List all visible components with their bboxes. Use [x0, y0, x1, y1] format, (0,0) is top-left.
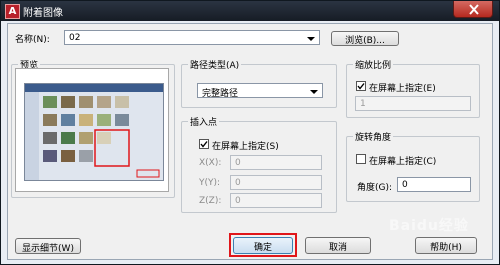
rotation-label: 旋转角度: [353, 130, 394, 143]
x-label: X(X):: [199, 158, 222, 168]
close-icon: [469, 4, 479, 15]
chevron-down-icon: [307, 37, 315, 41]
browse-button[interactable]: 浏览(B)...: [331, 31, 399, 46]
scale-value: 1: [360, 99, 366, 109]
autocad-app-icon: A: [5, 4, 20, 19]
dialog-title: 附着图像: [23, 8, 63, 19]
watermark: Baidu经验: [389, 218, 469, 234]
angle-value: 0: [402, 180, 408, 190]
browse-button-label: 浏览(B)...: [345, 36, 385, 46]
y-input[interactable]: 0: [230, 175, 322, 190]
angle-label: 角度(G):: [357, 183, 393, 193]
scale-input[interactable]: 1: [355, 96, 471, 111]
name-value: 02: [69, 33, 81, 43]
y-label: Y(Y):: [199, 178, 221, 188]
path-type-value: 完整路径: [202, 89, 239, 99]
checkmark-icon: [200, 141, 208, 148]
preview-screenshot-graphic: [25, 84, 163, 180]
show-details-button[interactable]: 显示细节(W): [15, 238, 81, 254]
angle-input[interactable]: 0: [397, 177, 471, 192]
x-input[interactable]: 0: [230, 155, 322, 170]
name-dropdown[interactable]: 02: [64, 30, 320, 45]
path-type-label: 路径类型(A): [188, 58, 242, 71]
cancel-button[interactable]: 取消: [305, 237, 371, 254]
chevron-down-icon: [310, 90, 318, 94]
scale-label: 缩放比例: [353, 58, 394, 71]
rotation-specify-checkbox[interactable]: [356, 154, 366, 164]
title-bar[interactable]: A 附着图像: [1, 1, 499, 21]
help-button[interactable]: 帮助(H): [415, 237, 477, 254]
y-value: 0: [235, 178, 241, 188]
name-label: 名称(N):: [15, 35, 50, 45]
z-value: 0: [235, 196, 241, 206]
z-input[interactable]: 0: [230, 193, 322, 208]
ok-highlight-box: [229, 233, 297, 257]
dialog-window: A 附着图像 名称(N): 02 浏览(B)... 预览 路径类型(A) 完整路…: [0, 0, 500, 265]
cancel-label: 取消: [328, 243, 347, 253]
insertion-point-label: 插入点: [188, 115, 220, 128]
show-details-label: 显示细节(W): [22, 244, 74, 254]
path-type-dropdown[interactable]: 完整路径: [197, 83, 323, 99]
insertion-specify-checkbox[interactable]: [199, 139, 209, 149]
insertion-specify-label: 在屏幕上指定(S): [212, 142, 279, 152]
close-button[interactable]: [453, 1, 493, 18]
checkmark-icon: [357, 83, 365, 90]
z-label: Z(Z):: [199, 196, 222, 206]
scale-specify-checkbox[interactable]: [356, 81, 366, 91]
help-label: 帮助(H): [430, 243, 462, 253]
rotation-specify-label: 在屏幕上指定(C): [369, 157, 437, 167]
scale-specify-label: 在屏幕上指定(E): [369, 84, 436, 94]
preview-thumbnail: [24, 83, 164, 181]
preview-image: [15, 68, 169, 192]
x-value: 0: [235, 158, 241, 168]
